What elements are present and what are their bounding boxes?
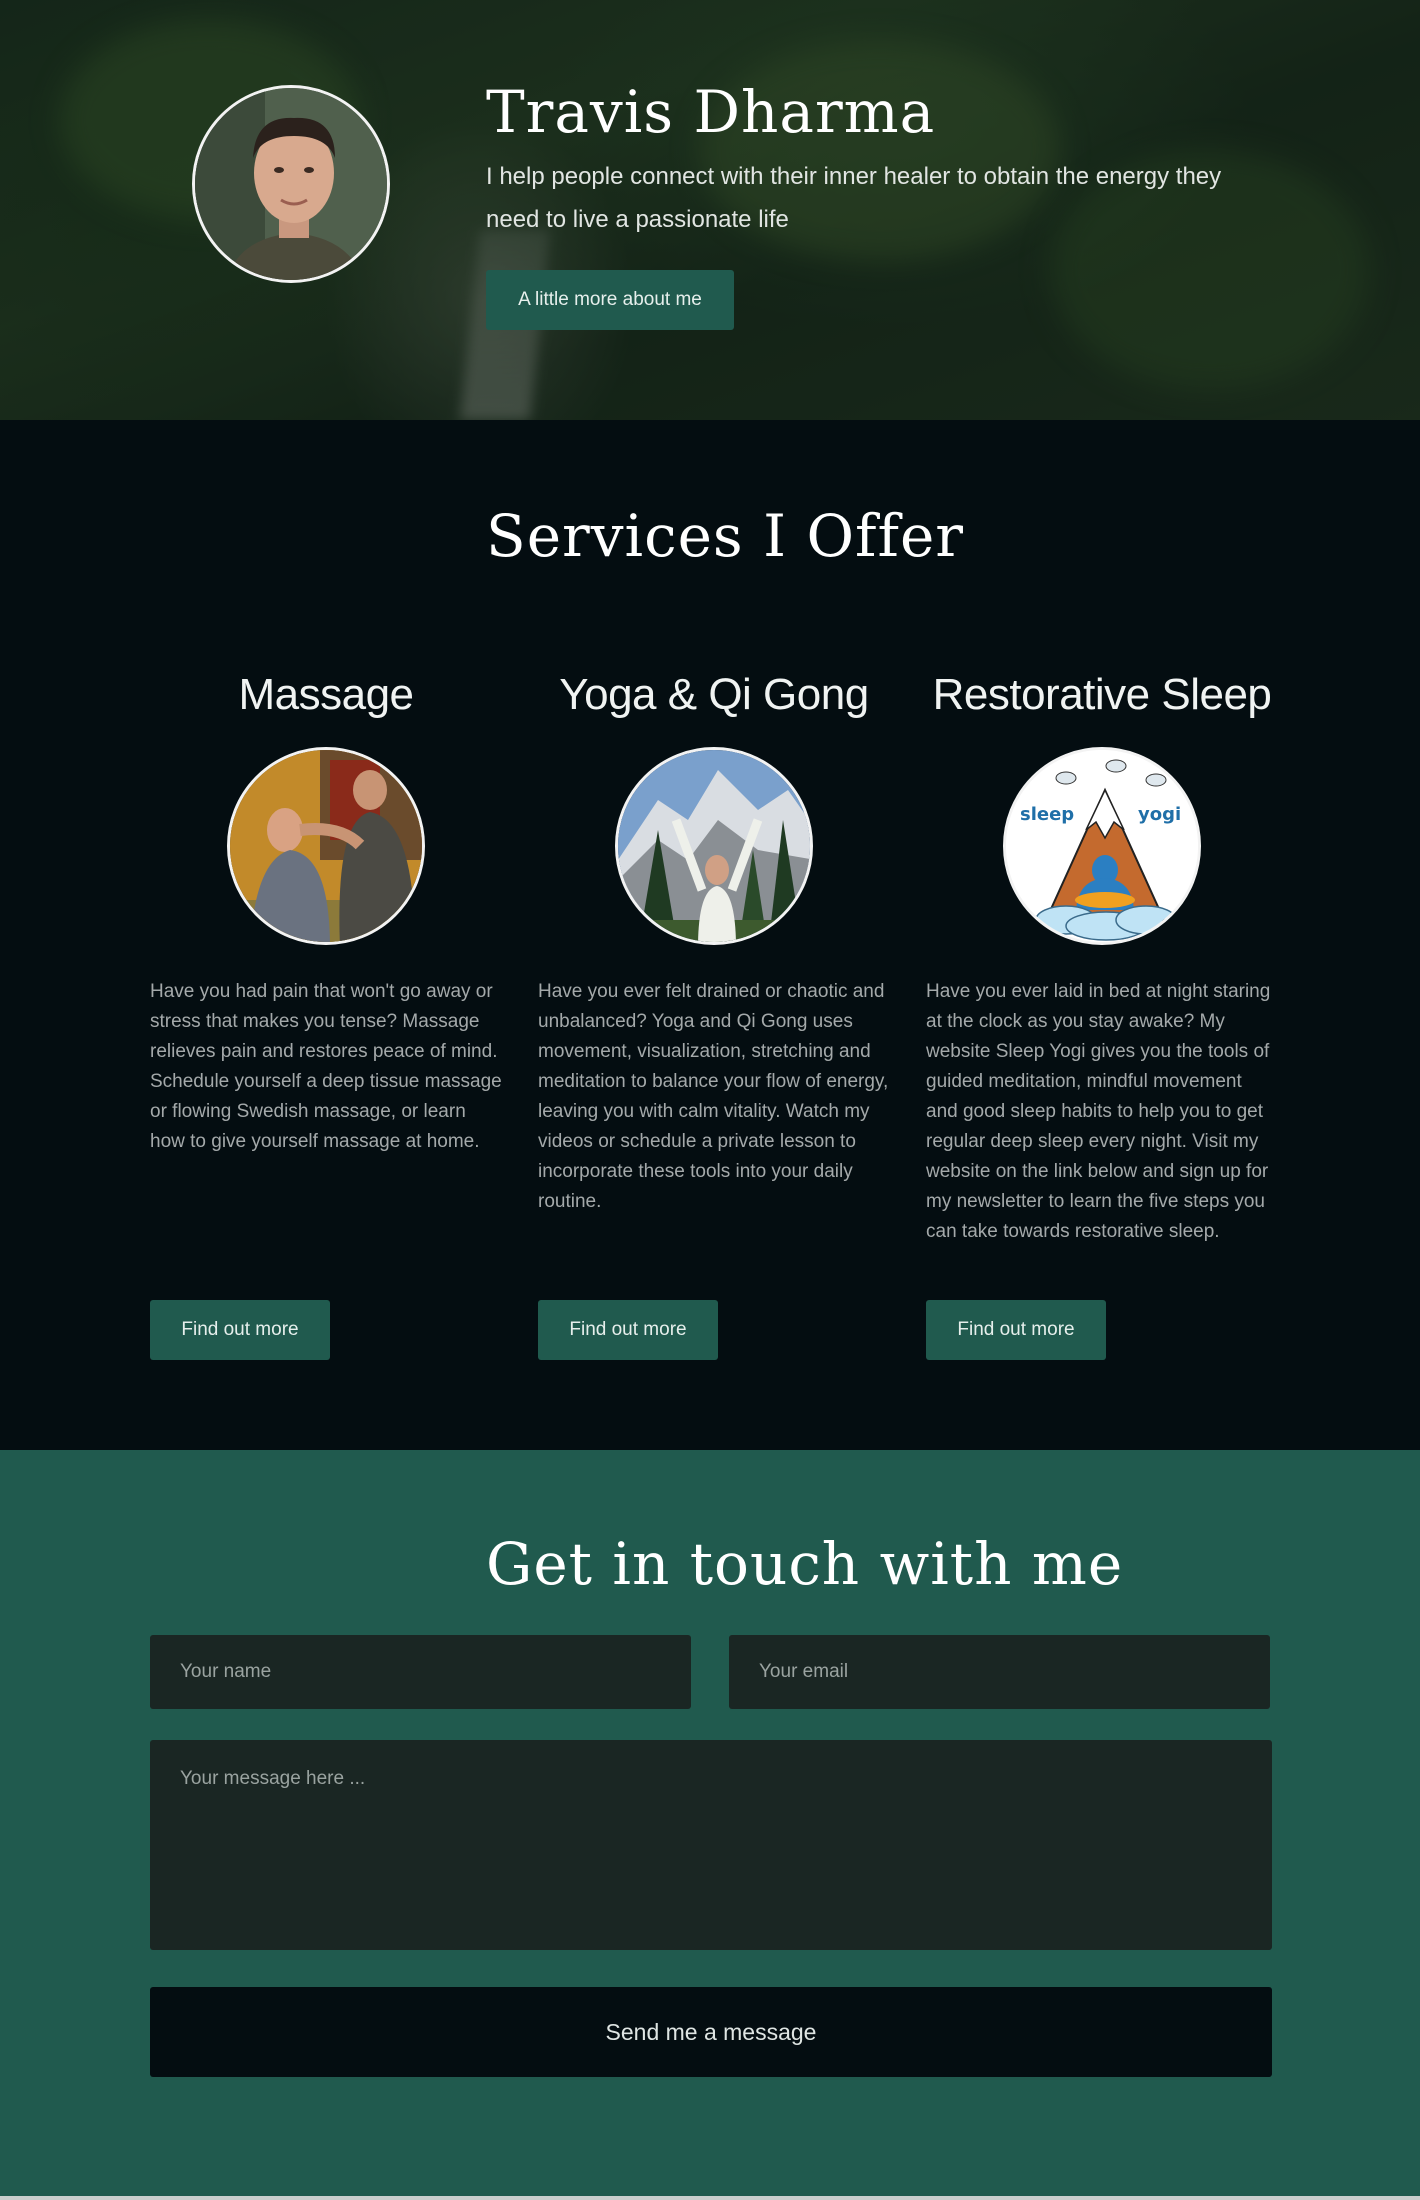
send-message-button[interactable]: Send me a message bbox=[150, 1987, 1272, 2077]
about-me-button[interactable]: A little more about me bbox=[486, 270, 734, 330]
service-description: Have you ever laid in bed at night stari… bbox=[926, 981, 1271, 1242]
contact-title: Get in touch with me bbox=[486, 1530, 1124, 1598]
hero-title: Travis Dharma bbox=[486, 78, 936, 146]
avatar bbox=[192, 85, 390, 283]
services-section: Services I Offer Massage Have you had pa… bbox=[0, 420, 1420, 1450]
massage-photo bbox=[227, 747, 425, 945]
service-title: Massage bbox=[238, 670, 414, 719]
sleep-find-out-more-button[interactable]: Find out more bbox=[926, 1300, 1106, 1360]
service-card-yoga: Yoga & Qi Gong Have you ever felt draine… bbox=[538, 665, 890, 1217]
service-card-sleep: Restorative Sleep sleep yogi Have you ev… bbox=[926, 665, 1278, 1247]
contact-section: Get in touch with me Send me a message bbox=[0, 1450, 1420, 2200]
service-description: Have you ever felt drained or chaotic an… bbox=[538, 981, 889, 1212]
page-bottom-border bbox=[0, 2196, 1420, 2200]
service-title: Restorative Sleep bbox=[932, 670, 1272, 719]
massage-find-out-more-button[interactable]: Find out more bbox=[150, 1300, 330, 1360]
yoga-photo bbox=[615, 747, 813, 945]
service-description: Have you had pain that won't go away or … bbox=[150, 981, 502, 1152]
service-title: Yoga & Qi Gong bbox=[559, 670, 869, 719]
email-input[interactable] bbox=[729, 1635, 1270, 1709]
yoga-find-out-more-button[interactable]: Find out more bbox=[538, 1300, 718, 1360]
hero-tagline: I help people connect with their inner h… bbox=[486, 163, 1222, 233]
hero-section: Travis Dharma I help people connect with… bbox=[0, 0, 1420, 420]
message-textarea[interactable] bbox=[150, 1740, 1272, 1950]
sleep-yogi-logo: sleep yogi bbox=[1003, 747, 1201, 945]
profile-photo bbox=[195, 88, 387, 280]
service-card-massage: Massage Have you had pain that won't go … bbox=[150, 665, 502, 1157]
name-input[interactable] bbox=[150, 1635, 691, 1709]
logo-word: yogi bbox=[1138, 804, 1181, 825]
services-title: Services I Offer bbox=[486, 502, 964, 570]
logo-word: sleep bbox=[1020, 804, 1074, 825]
